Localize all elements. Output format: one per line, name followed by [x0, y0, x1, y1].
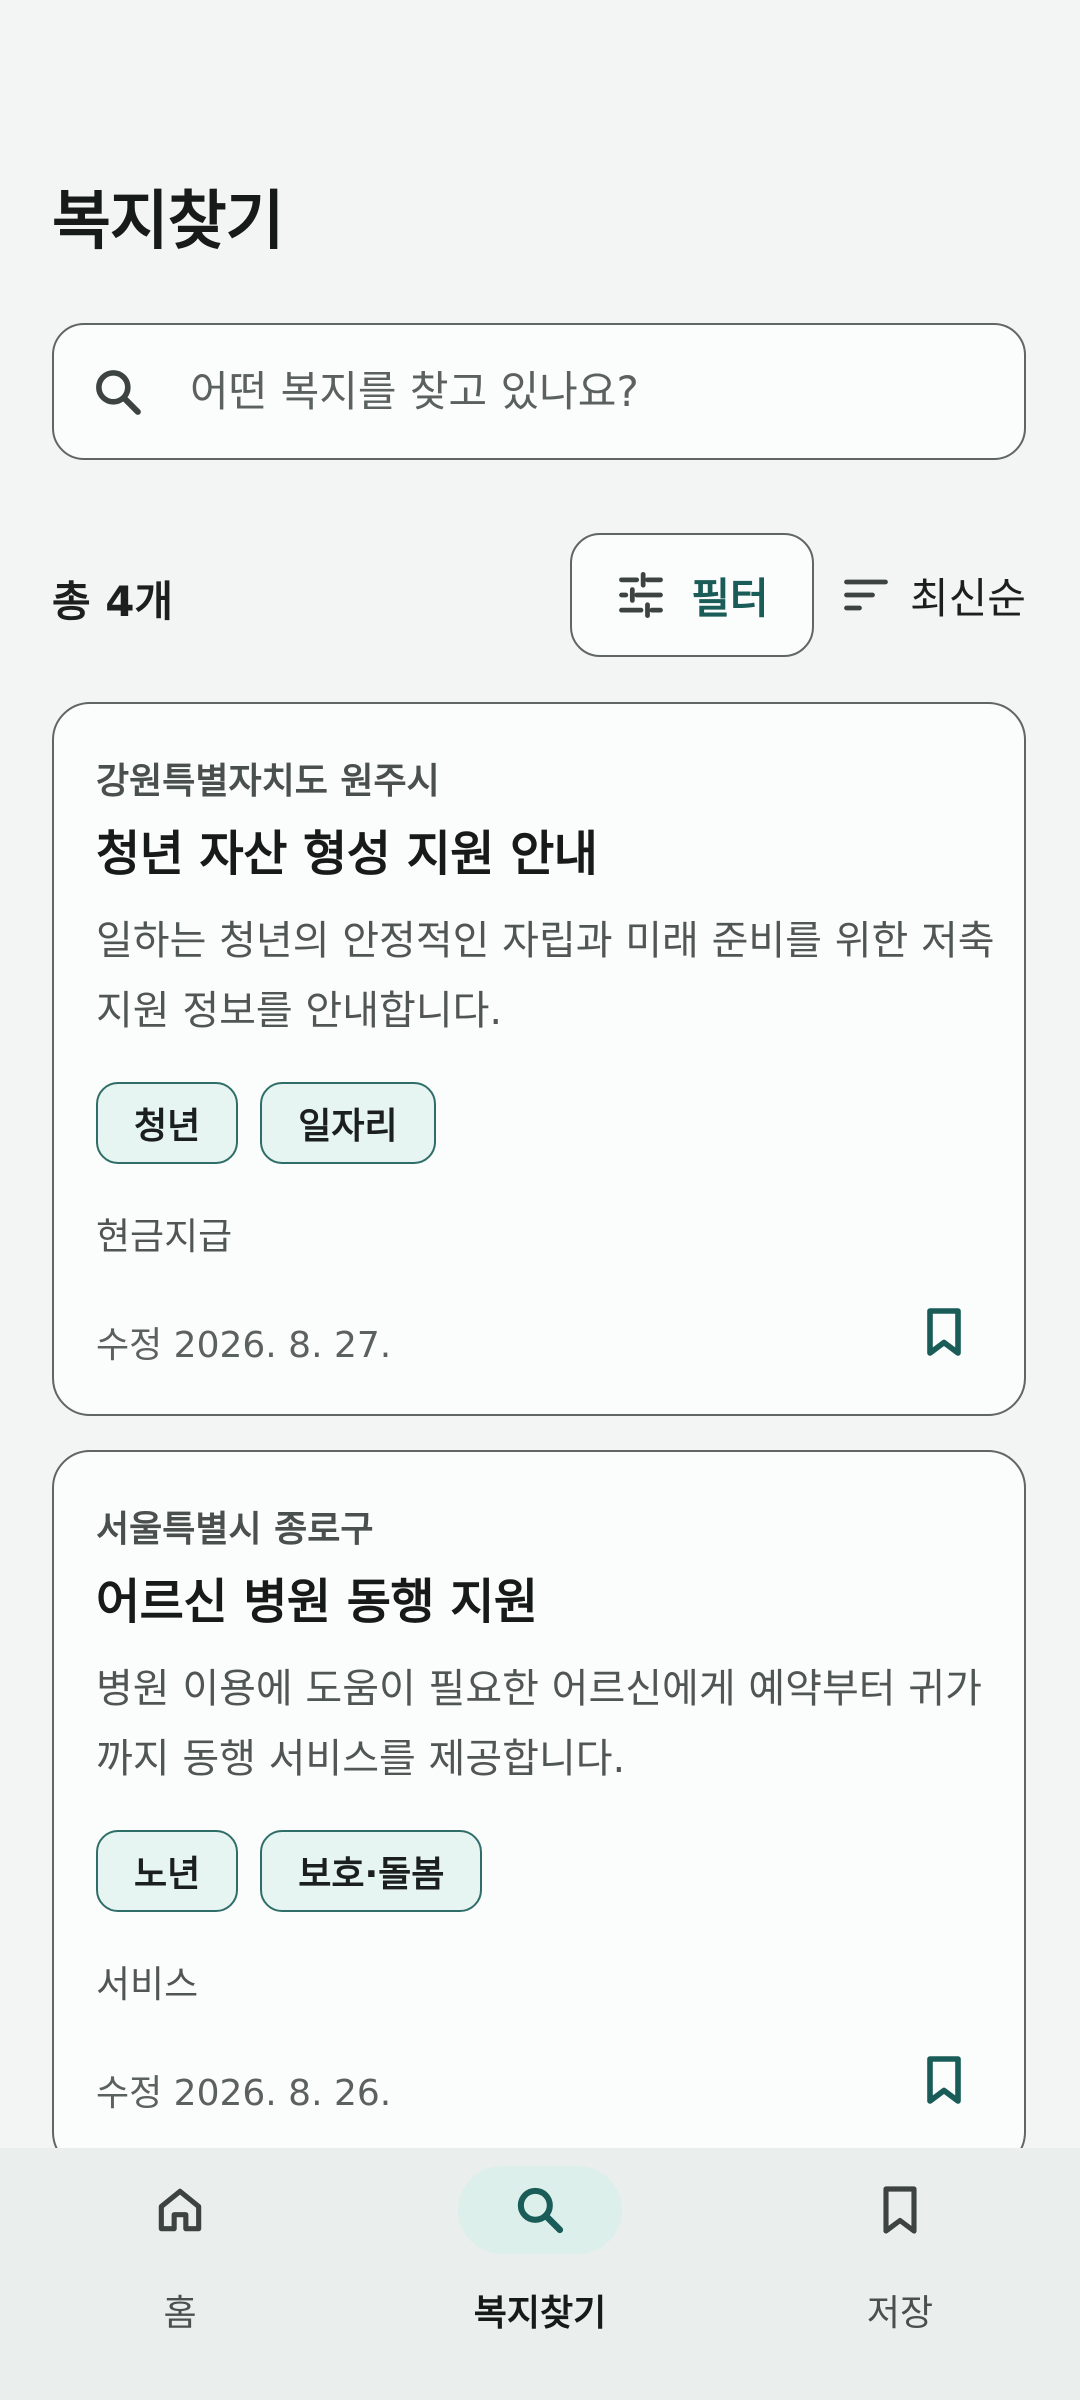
sort-label: 최신순	[910, 573, 1026, 623]
card-description: 병원 이용에 도움이 필요한 어르신에게 예약부터 귀가까지 동행 서비스를 제…	[96, 1666, 982, 1782]
nav-label: 복지찾기	[473, 2293, 607, 2334]
card-tags: 노년 보호·돌봄	[96, 1830, 483, 1912]
card-description: 일하는 청년의 안정적인 자립과 미래 준비를 위한 저축 지원 정보를 안내합…	[96, 918, 995, 1034]
sliders-icon	[619, 572, 664, 618]
welfare-card[interactable]: 서울특별시 종로구 어르신 병원 동행 지원 병원 이용에 도움이 필요한 어르…	[52, 1450, 1026, 2170]
filter-label: 필터	[691, 573, 769, 623]
card-region: 서울특별시 종로구	[96, 1509, 374, 1550]
nav-item-saved[interactable]: 저장	[750, 2166, 1050, 2366]
bottom-navigation: 홈 복지찾기 저장	[0, 2148, 1080, 2400]
bookmark-icon[interactable]	[916, 2052, 972, 2108]
welfare-search-screen: 복지찾기 총 4개 필터 최신순 강원특별자치도 원주시 청년 자산 형성 지원	[0, 0, 1080, 2400]
sort-button[interactable]: 최신순	[840, 560, 1026, 630]
home-icon	[158, 2188, 202, 2232]
nav-icon-container	[818, 2166, 982, 2254]
tag-chip: 일자리	[260, 1082, 436, 1164]
nav-icon-container	[98, 2166, 262, 2254]
card-title: 청년 자산 형성 지원 안내	[96, 826, 598, 882]
card-support-type: 현금지급	[96, 1215, 233, 1258]
search-input[interactable]	[190, 367, 970, 416]
result-count: 총 4개	[52, 577, 174, 626]
welfare-card[interactable]: 강원특별자치도 원주시 청년 자산 형성 지원 안내 일하는 청년의 안정적인 …	[52, 702, 1026, 1416]
search-icon	[96, 369, 141, 415]
bookmark-icon	[883, 2186, 917, 2234]
nav-label: 저장	[866, 2293, 934, 2334]
sort-icon	[844, 579, 888, 611]
card-tags: 청년 일자리	[96, 1082, 436, 1164]
search-box[interactable]	[52, 323, 1026, 460]
card-modified-date: 수정 2026. 8. 27.	[96, 1325, 392, 1366]
card-support-type: 서비스	[96, 1963, 199, 2006]
tag-chip: 청년	[96, 1082, 239, 1164]
tag-chip: 노년	[96, 1830, 239, 1912]
page-title: 복지찾기	[52, 185, 285, 259]
bookmark-icon[interactable]	[916, 1304, 972, 1360]
nav-item-home[interactable]: 홈	[30, 2166, 330, 2366]
search-icon	[517, 2187, 564, 2234]
card-region: 강원특별자치도 원주시	[96, 761, 440, 802]
nav-icon-container	[458, 2166, 622, 2254]
card-title: 어르신 병원 동행 지원	[96, 1574, 538, 1630]
filter-button[interactable]: 필터	[570, 533, 814, 657]
nav-label: 홈	[163, 2293, 197, 2334]
card-modified-date: 수정 2026. 8. 26.	[96, 2073, 392, 2114]
tag-chip: 보호·돌봄	[260, 1830, 483, 1912]
nav-item-search[interactable]: 복지찾기	[390, 2166, 690, 2366]
